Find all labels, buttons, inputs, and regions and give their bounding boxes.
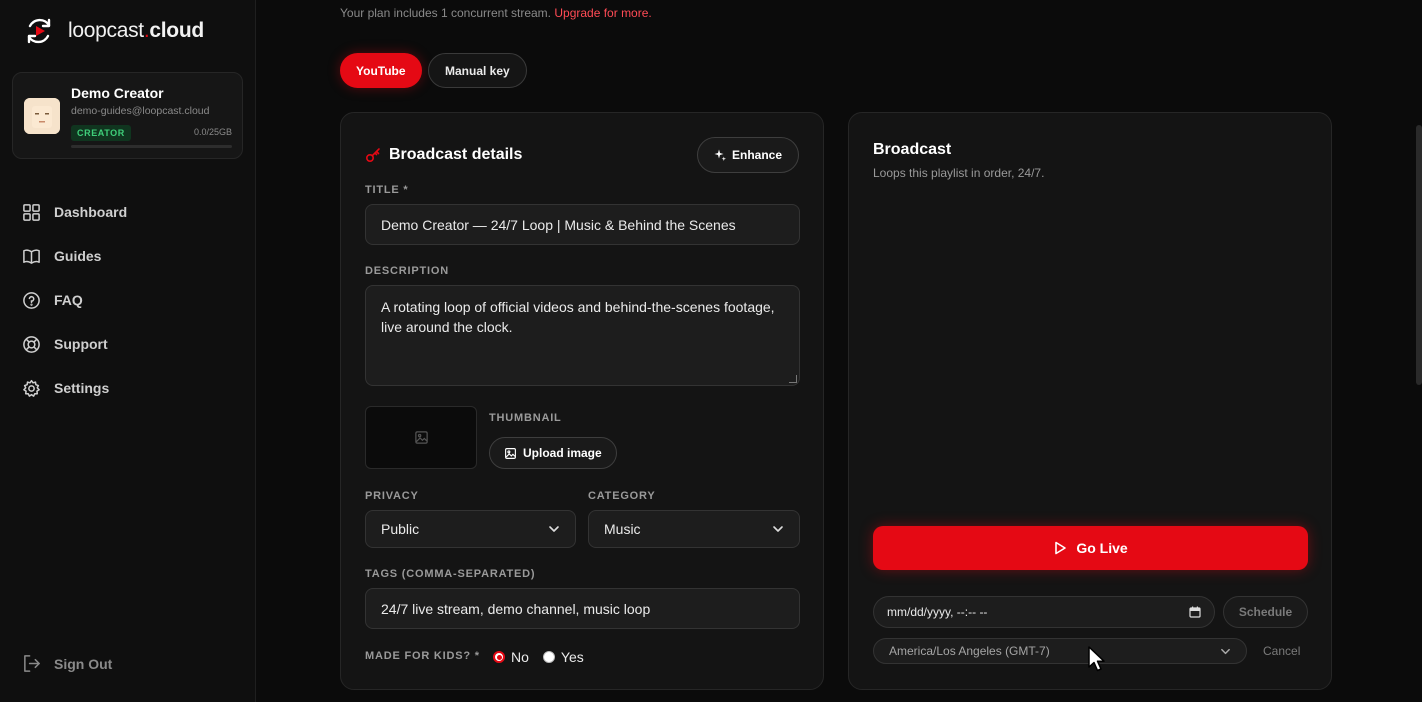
tab-manual-key[interactable]: Manual key: [428, 53, 527, 88]
kids-label: MADE FOR KIDS? *: [365, 650, 480, 662]
timezone-value: America/Los Angeles (GMT-7): [889, 644, 1050, 658]
thumbnail-label: THUMBNAIL: [489, 412, 562, 424]
profile-email: demo-guides@loopcast.cloud: [71, 105, 210, 117]
help-circle-icon: [23, 291, 40, 309]
sidebar-item-label: Support: [54, 336, 108, 352]
schedule-button[interactable]: Schedule: [1223, 596, 1308, 628]
sparkles-icon: [714, 149, 726, 161]
grid-icon: [23, 203, 40, 221]
calendar-icon[interactable]: [1189, 606, 1201, 618]
go-live-button[interactable]: Go Live: [873, 526, 1308, 570]
sidebar: loopcast.cloud Demo Creator demo-guides@…: [0, 0, 256, 702]
kids-radio-group: No Yes: [493, 649, 584, 665]
kids-no-radio[interactable]: No: [493, 649, 529, 665]
description-textarea[interactable]: A rotating loop of official videos and b…: [365, 285, 800, 386]
category-label: CATEGORY: [588, 490, 656, 502]
card-title: Broadcast details: [365, 146, 522, 164]
sidebar-item-guides[interactable]: Guides: [22, 234, 127, 278]
enhance-button[interactable]: Enhance: [696, 137, 799, 173]
tags-input[interactable]: 24/7 live stream, demo channel, music lo…: [365, 588, 800, 629]
resize-handle[interactable]: [789, 375, 797, 383]
lifebuoy-icon: [23, 335, 40, 353]
key-icon: [365, 148, 380, 163]
page-scrollbar[interactable]: [1416, 125, 1422, 385]
cancel-button[interactable]: Cancel: [1263, 644, 1300, 658]
gear-icon: [23, 379, 40, 397]
category-select[interactable]: Music: [588, 510, 800, 548]
profile-card[interactable]: Demo Creator demo-guides@loopcast.cloud …: [12, 72, 243, 159]
sign-out-label: Sign Out: [54, 655, 113, 672]
privacy-label: PRIVACY: [365, 490, 419, 502]
sidebar-item-label: FAQ: [54, 292, 83, 308]
schedule-datetime-input[interactable]: mm/dd/yyyy, --:-- --: [873, 596, 1215, 628]
plan-badge: CREATOR: [71, 125, 131, 141]
broadcast-details-card: Broadcast details Enhance TITLE * Demo C…: [340, 112, 824, 690]
chevron-down-icon: [773, 526, 783, 532]
image-placeholder-icon: [414, 431, 428, 444]
description-label: DESCRIPTION: [365, 265, 449, 277]
chevron-down-icon: [1221, 648, 1230, 654]
thumbnail-preview: [365, 406, 477, 469]
storage-usage: 0.0/25GB: [193, 127, 232, 137]
sidebar-item-label: Guides: [54, 248, 102, 264]
broadcast-card: Broadcast Loops this playlist in order, …: [848, 112, 1332, 690]
logout-icon: [24, 655, 40, 672]
sidebar-item-support[interactable]: Support: [22, 322, 127, 366]
sidebar-nav: Dashboard Guides FAQ Support Settings: [22, 190, 127, 410]
mouse-cursor-icon: [1088, 646, 1105, 672]
tags-label: TAGS (COMMA-SEPARATED): [365, 568, 536, 580]
broadcast-title: Broadcast: [873, 141, 952, 158]
book-icon: [23, 248, 40, 264]
datetime-placeholder: mm/dd/yyyy, --:-- --: [887, 605, 988, 619]
profile-name: Demo Creator: [71, 85, 164, 101]
image-icon: [505, 447, 516, 459]
broadcast-subtitle: Loops this playlist in order, 24/7.: [873, 166, 1045, 180]
description-text: A rotating loop of official videos and b…: [381, 299, 775, 335]
sidebar-item-faq[interactable]: FAQ: [22, 278, 127, 322]
kids-yes-radio[interactable]: Yes: [542, 649, 584, 665]
play-icon: [1055, 541, 1067, 555]
sidebar-item-label: Dashboard: [54, 204, 128, 220]
upgrade-link[interactable]: Upgrade for more.: [554, 6, 651, 20]
brand-name: loopcast.cloud: [68, 19, 204, 42]
privacy-value: Public: [381, 521, 420, 537]
timezone-select[interactable]: America/Los Angeles (GMT-7): [873, 638, 1247, 664]
category-value: Music: [604, 521, 641, 537]
sidebar-item-dashboard[interactable]: Dashboard: [22, 190, 127, 234]
chevron-down-icon: [549, 526, 559, 532]
tab-youtube[interactable]: YouTube: [340, 53, 422, 88]
sidebar-item-label: Settings: [54, 380, 110, 396]
plan-note: Your plan includes 1 concurrent stream. …: [340, 6, 652, 20]
privacy-select[interactable]: Public: [365, 510, 576, 548]
sign-out-button[interactable]: Sign Out: [22, 654, 112, 673]
avatar: [24, 98, 60, 134]
loop-play-logo-icon: [27, 18, 51, 44]
upload-image-button[interactable]: Upload image: [489, 437, 617, 469]
title-input[interactable]: Demo Creator — 24/7 Loop | Music & Behin…: [365, 204, 800, 245]
radio-checked: [493, 651, 505, 663]
storage-bar: [71, 145, 232, 148]
brand[interactable]: loopcast.cloud: [24, 16, 204, 46]
sidebar-item-settings[interactable]: Settings: [22, 366, 127, 410]
title-label: TITLE *: [365, 184, 409, 196]
radio-unchecked: [542, 651, 555, 663]
